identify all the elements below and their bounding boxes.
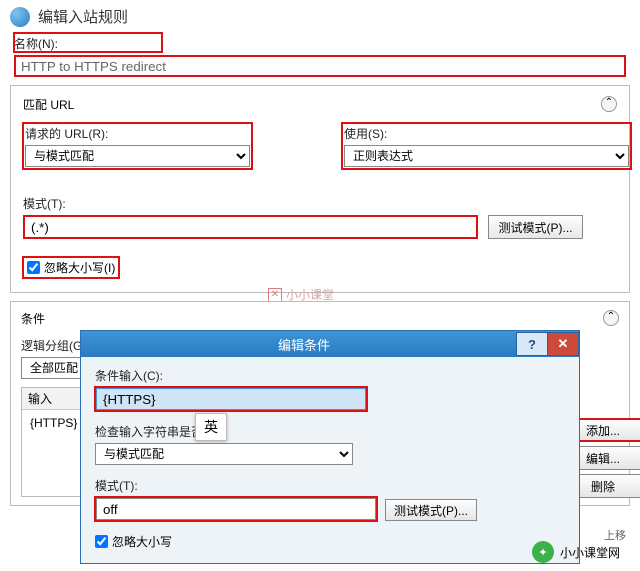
collapse-icon[interactable]: ⌃ [601,96,617,112]
wechat-icon: ✦ [532,541,554,563]
dialog-title: 编辑条件 [91,335,517,354]
match-url-section: 匹配 URL ⌃ 请求的 URL(R): 与模式匹配 使用(S): 正则表达式 … [10,85,630,293]
watermark-icon: ✕ [268,288,282,302]
dlg-pattern-input[interactable] [96,498,376,520]
edit-condition-dialog: 编辑条件 ? ✕ 条件输入(C): 英 检查输入字符串是否(I): 与模式匹配 … [80,330,580,564]
close-button[interactable]: ✕ [547,332,579,356]
use-select[interactable]: 正则表达式 [344,145,629,167]
match-url-title: 匹配 URL [23,96,74,113]
dlg-ignore-case-checkbox[interactable] [95,535,108,548]
req-url-label: 请求的 URL(R): [25,125,250,142]
footer-watermark: ✦ 小小课堂网 [532,541,620,563]
pattern-label: 模式(T): [23,195,617,212]
test-pattern-button[interactable]: 测试模式(P)... [488,215,583,239]
ignore-case-label[interactable]: 忽略大小写(I) [23,257,119,278]
check-label: 检查输入字符串是否(I): [95,423,565,440]
name-label: 名称(N): [14,35,162,52]
ime-indicator: 英 [195,413,227,441]
dlg-pattern-label: 模式(T): [95,477,565,494]
use-label: 使用(S): [344,125,629,142]
globe-icon [10,7,30,27]
cond-input-label: 条件输入(C): [95,367,565,384]
dlg-ignore-case[interactable]: 忽略大小写 [95,533,172,550]
cond-input-field[interactable] [96,388,366,410]
conditions-title: 条件 [21,310,45,327]
collapse-icon[interactable]: ⌃ [603,310,619,326]
req-url-select[interactable]: 与模式匹配 [25,145,250,167]
check-select[interactable]: 与模式匹配 [95,443,353,465]
pattern-input[interactable] [23,215,478,239]
dlg-test-button[interactable]: 测试模式(P)... [385,499,477,521]
page-title: 编辑入站规则 [38,6,128,27]
name-input[interactable] [14,55,626,77]
ignore-case-checkbox[interactable] [27,261,40,274]
help-button[interactable]: ? [516,332,548,356]
